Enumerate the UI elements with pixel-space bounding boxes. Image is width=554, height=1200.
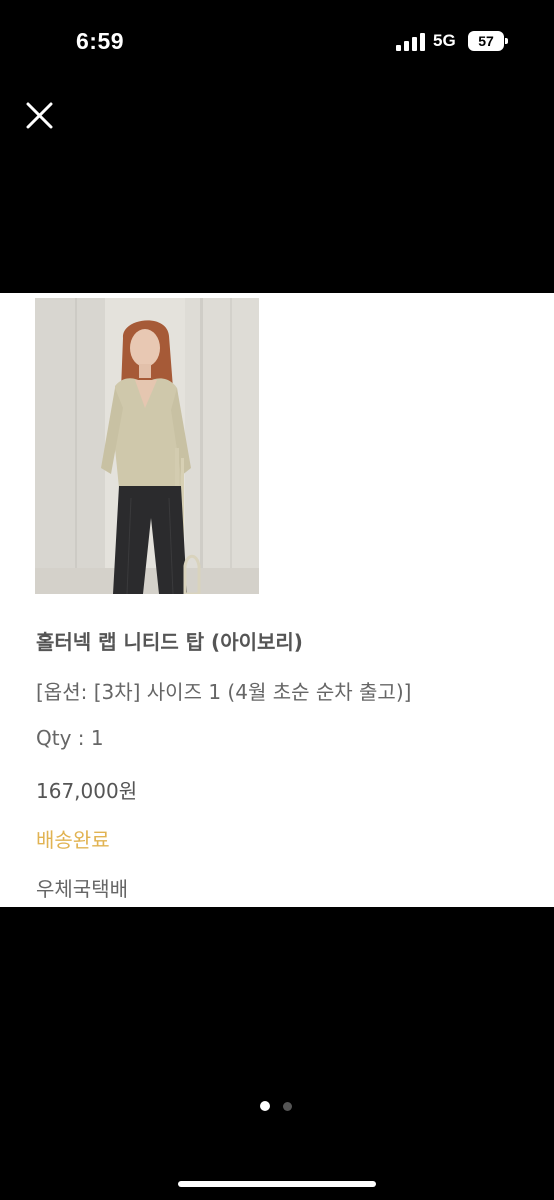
- status-time: 6:59: [76, 28, 125, 54]
- page-dot-inactive[interactable]: [283, 1102, 292, 1111]
- product-price: 167,000원: [36, 779, 138, 803]
- page-indicator[interactable]: [258, 1101, 298, 1113]
- home-indicator[interactable]: [178, 1181, 376, 1187]
- delivery-status: 배송완료: [36, 828, 110, 852]
- product-option: [옵션: [3차] 사이즈 1 (4월 초순 순차 출고)]: [36, 680, 412, 704]
- product-photo[interactable]: [35, 298, 259, 594]
- battery-level: 57: [478, 33, 494, 49]
- close-icon: [26, 102, 53, 129]
- product-photo-illustration: [35, 298, 259, 594]
- order-item-card: 홀터넥 랩 니티드 탑 (아이보리) [옵션: [3차] 사이즈 1 (4월 초…: [0, 293, 554, 907]
- product-quantity: Qty : 1: [36, 726, 104, 750]
- page-dot-active[interactable]: [260, 1101, 270, 1111]
- battery-icon: 57: [468, 31, 508, 51]
- product-name[interactable]: 홀터넥 랩 니티드 탑 (아이보리): [36, 626, 303, 655]
- status-bar: 6:59 5G 57: [0, 0, 554, 84]
- close-button[interactable]: [20, 96, 58, 134]
- cellular-signal-icon: [396, 33, 425, 51]
- courier-name: 우체국택배: [36, 877, 128, 901]
- network-type-label: 5G: [433, 31, 456, 50]
